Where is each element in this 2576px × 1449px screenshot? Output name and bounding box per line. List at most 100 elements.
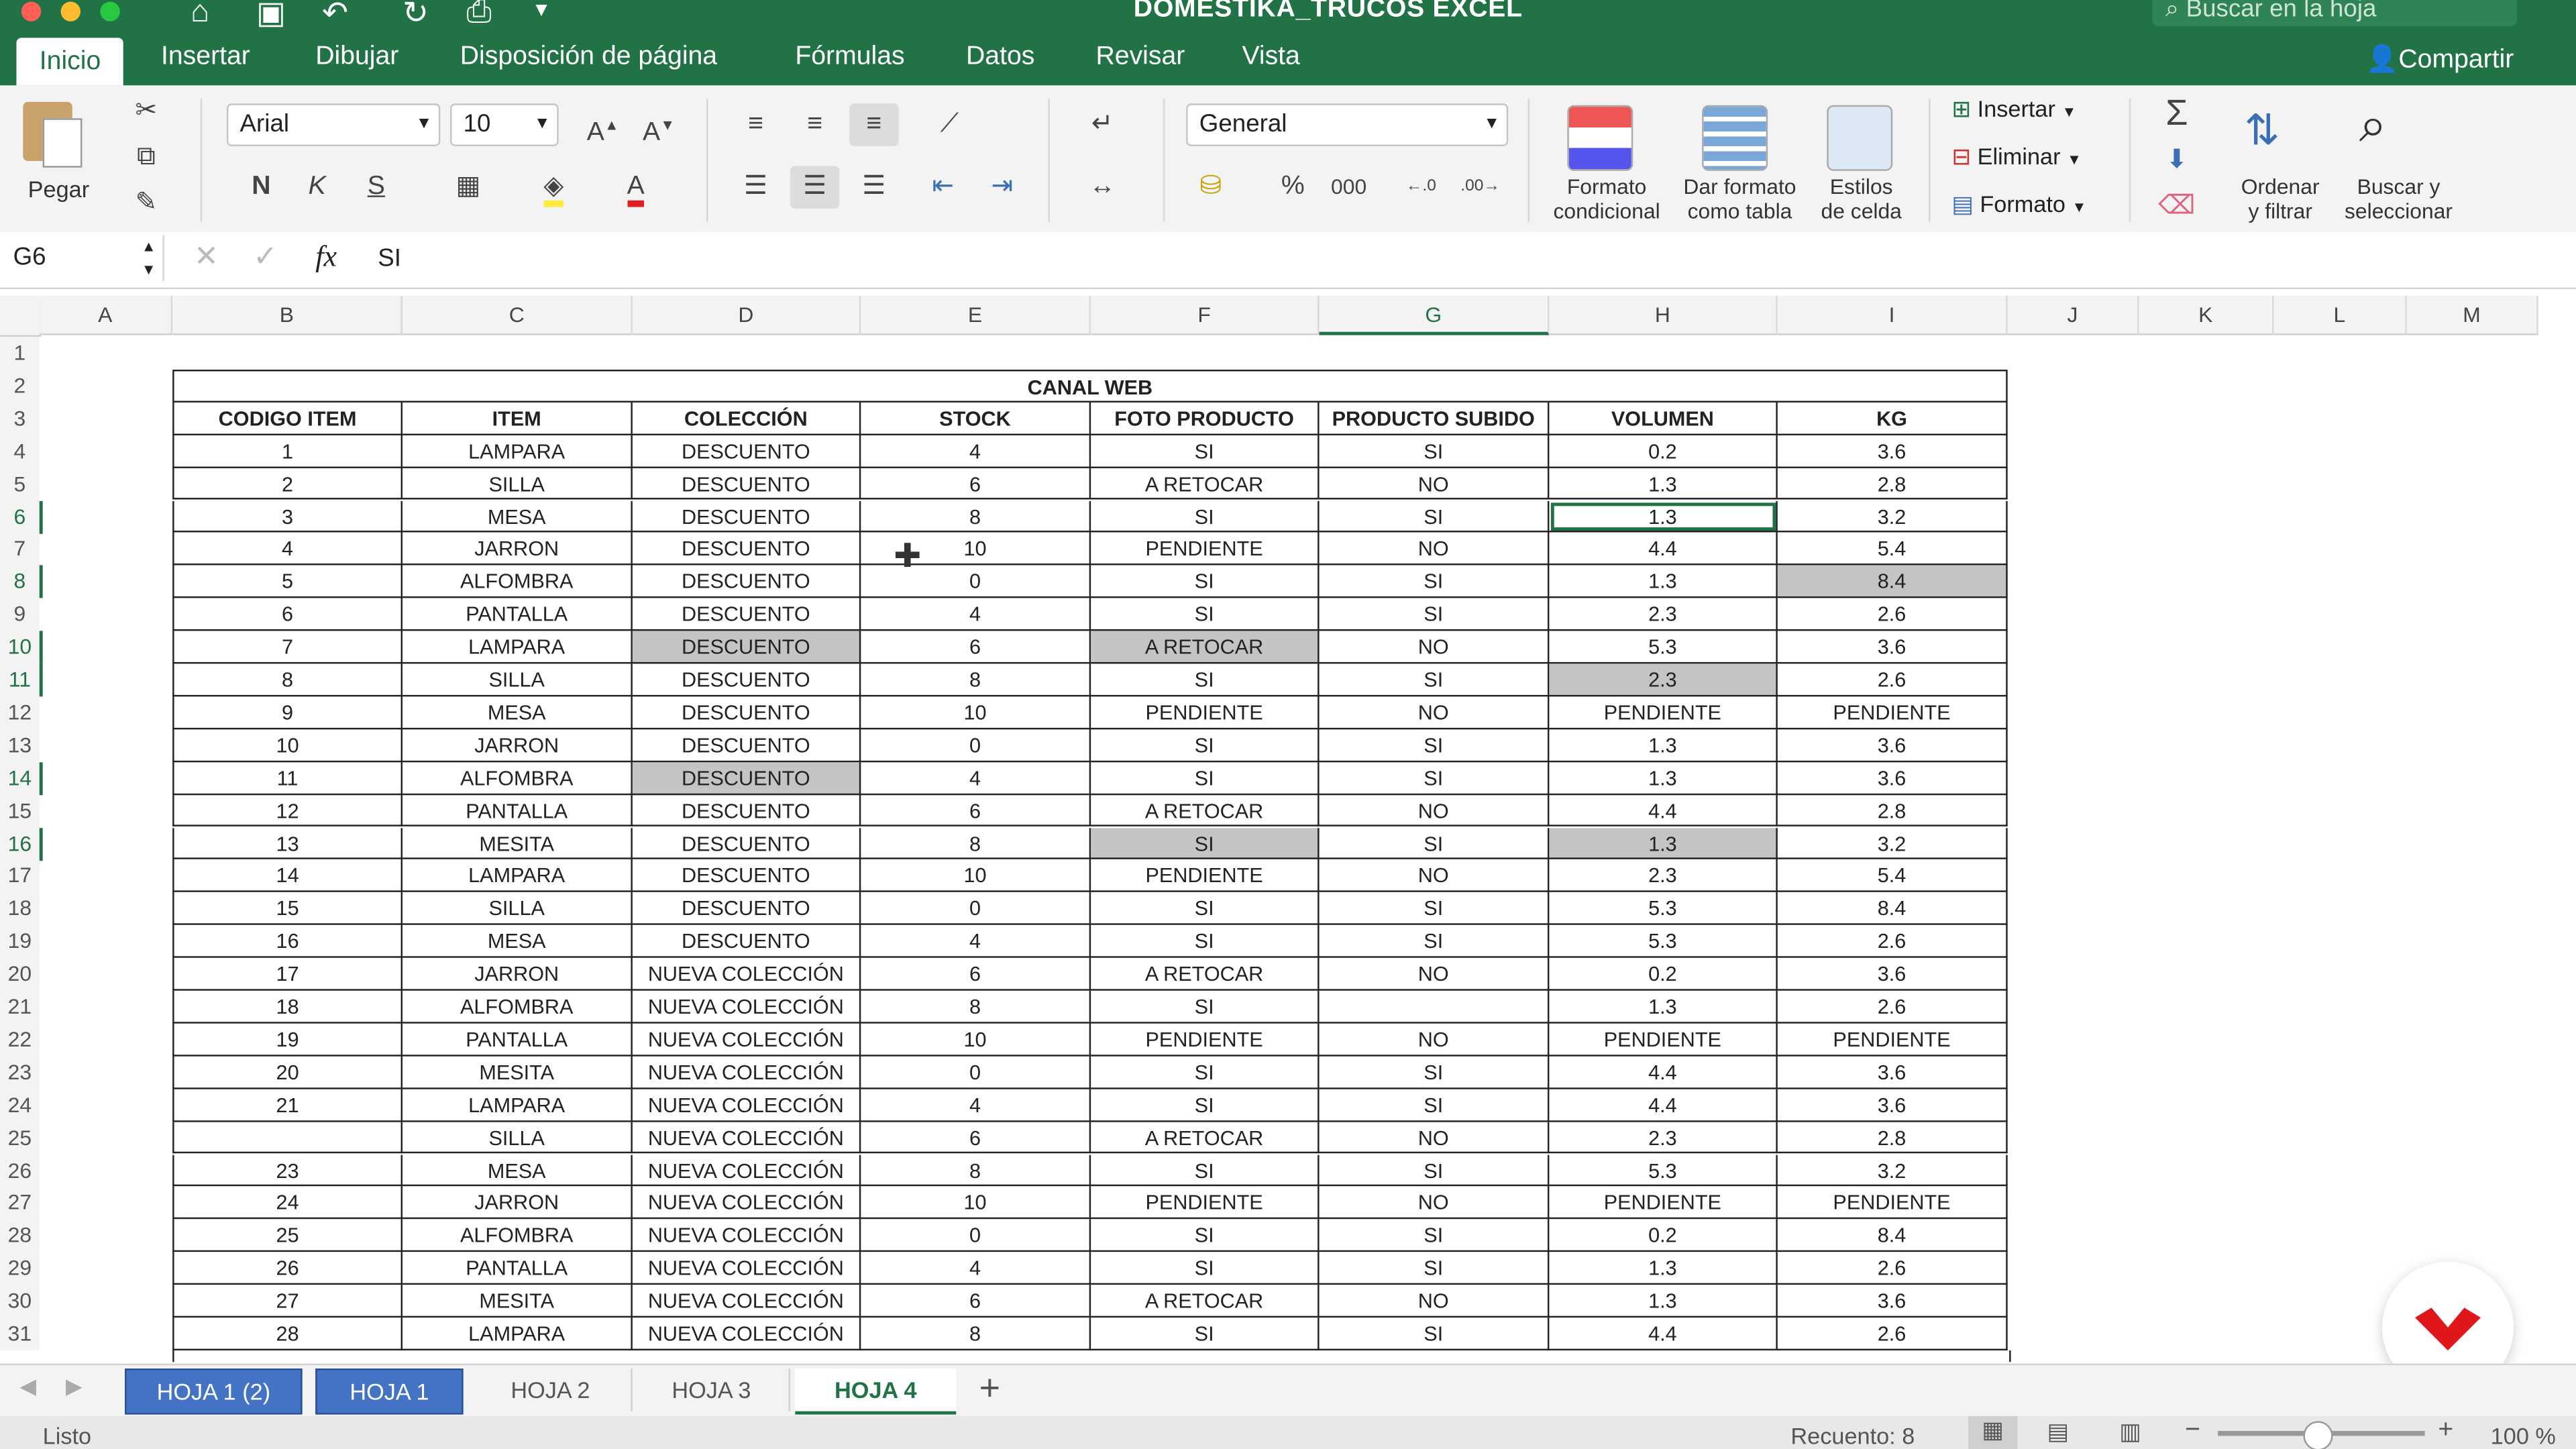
table-cell[interactable]: 2.8 [1777, 467, 2008, 500]
table-header-cell[interactable]: COLECCIÓN [632, 402, 861, 435]
table-cell[interactable]: 16 [172, 925, 403, 958]
sheet-tab-hoja-1[interactable]: HOJA 1 [315, 1368, 464, 1415]
save-icon[interactable]: ▣ [256, 0, 286, 33]
ribbon-tab-vista[interactable]: Vista [1242, 43, 1299, 72]
row-header-25[interactable]: 25 [0, 1121, 40, 1155]
font-size-dropdown[interactable]: 10 ▼ [450, 103, 559, 146]
table-cell[interactable]: 0.2 [1549, 1219, 1778, 1252]
table-cell[interactable]: NUEVA COLECCIÓN [632, 1154, 861, 1187]
bold-button[interactable]: N [237, 166, 286, 209]
table-cell[interactable]: SI [1319, 925, 1550, 958]
align-top-icon[interactable]: ≡ [731, 103, 780, 146]
align-right-icon[interactable]: ☰ [849, 166, 898, 209]
table-header-cell[interactable]: KG [1777, 402, 2008, 435]
table-cell[interactable]: 8 [861, 1318, 1091, 1350]
normal-view-icon[interactable]: ▦ [1968, 1416, 2018, 1449]
table-cell[interactable]: 2.3 [1549, 1121, 1778, 1155]
prev-sheet-icon[interactable]: ◀ [19, 1373, 36, 1399]
ribbon-tab-revisar[interactable]: Revisar [1095, 43, 1185, 72]
format-painter-icon[interactable]: ✎ [121, 182, 170, 225]
table-cell[interactable]: 11 [172, 761, 403, 795]
underline-button[interactable]: S [352, 166, 400, 209]
table-cell[interactable]: 5.3 [1549, 631, 1778, 664]
table-cell[interactable]: 1.3 [1549, 761, 1778, 795]
table-cell[interactable]: 4.4 [1549, 794, 1778, 828]
table-cell[interactable]: 8 [861, 663, 1091, 697]
row-header-12[interactable]: 12 [0, 696, 40, 730]
table-cell[interactable]: 2.6 [1777, 925, 2008, 958]
table-cell[interactable]: 2.3 [1549, 859, 1778, 893]
row-header-2[interactable]: 2 [0, 369, 40, 402]
table-cell[interactable]: SI [1319, 1318, 1550, 1350]
table-cell[interactable]: 10 [861, 859, 1091, 893]
table-cell[interactable]: 17 [172, 957, 403, 991]
row-header-22[interactable]: 22 [0, 1023, 40, 1057]
align-bottom-icon[interactable]: ≡ [849, 103, 899, 146]
table-cell[interactable]: 0.2 [1549, 957, 1778, 991]
table-cell[interactable]: 6 [861, 957, 1091, 991]
table-cell[interactable]: A RETOCAR [1091, 794, 1320, 828]
copy-icon[interactable]: ⧉ [121, 136, 170, 179]
table-cell[interactable]: DESCUENTO [632, 827, 861, 860]
table-cell[interactable]: ALFOMBRA [402, 1219, 633, 1252]
table-cell[interactable] [172, 1121, 403, 1155]
table-cell[interactable]: 3.6 [1777, 957, 2008, 991]
table-cell[interactable]: SI [1091, 1318, 1320, 1350]
table-header-cell[interactable]: VOLUMEN [1549, 402, 1778, 435]
table-cell[interactable]: JARRON [402, 957, 633, 991]
table-cell[interactable]: DESCUENTO [632, 566, 861, 598]
table-cell[interactable]: SI [1091, 892, 1320, 926]
sheet-tab-hoja-4[interactable]: HOJA 4 [795, 1368, 957, 1415]
table-cell[interactable]: 4.4 [1549, 1318, 1778, 1350]
table-cell[interactable]: 4.4 [1549, 1056, 1778, 1089]
row-header-11[interactable]: 11 [0, 663, 43, 697]
column-header-b[interactable]: B [172, 295, 403, 335]
table-cell[interactable]: 10 [172, 729, 403, 762]
table-cell[interactable]: MESITA [402, 1285, 633, 1318]
table-cell[interactable]: NUEVA COLECCIÓN [632, 1219, 861, 1252]
table-cell[interactable]: SI [1319, 892, 1550, 926]
table-title[interactable]: CANAL WEB [172, 369, 2008, 402]
table-cell[interactable]: 14 [172, 859, 403, 893]
zoom-out-button[interactable]: − [2185, 1416, 2200, 1446]
table-cell[interactable]: 8 [172, 663, 403, 697]
clear-icon[interactable]: ⌫ [2152, 186, 2201, 229]
table-cell[interactable]: SILLA [402, 892, 633, 926]
table-cell[interactable]: 2 [172, 467, 403, 500]
orientation-icon[interactable]: ⟋ [925, 103, 974, 146]
table-cell[interactable]: DESCUENTO [632, 892, 861, 926]
table-cell[interactable]: 2.6 [1777, 990, 2008, 1024]
add-sheet-button[interactable]: + [979, 1367, 1000, 1410]
column-header-c[interactable]: C [402, 295, 633, 335]
table-cell[interactable]: 1 [172, 435, 403, 468]
select-all-corner[interactable] [0, 295, 42, 337]
table-cell[interactable]: 4.4 [1549, 1088, 1778, 1122]
table-cell[interactable]: SI [1319, 1088, 1550, 1122]
table-cell[interactable]: 4 [861, 435, 1091, 468]
align-center-icon[interactable]: ☰ [790, 166, 840, 209]
find-select-button[interactable]: ⌕ Buscar y seleccionar [2336, 99, 2461, 227]
table-cell[interactable]: 3.6 [1777, 729, 2008, 762]
font-color-icon[interactable]: A [611, 166, 660, 209]
table-cell[interactable]: SI [1091, 500, 1320, 533]
table-cell[interactable]: 1.3 [1549, 467, 1778, 500]
insert-cells-button[interactable]: ⊞ Insertar ▼ [1951, 95, 2109, 128]
table-cell[interactable]: MESITA [402, 827, 633, 860]
table-cell[interactable]: SI [1319, 761, 1550, 795]
table-cell[interactable]: JARRON [402, 1187, 633, 1220]
table-cell[interactable]: SILLA [402, 1121, 633, 1155]
table-cell[interactable]: NUEVA COLECCIÓN [632, 990, 861, 1024]
table-cell[interactable]: 27 [172, 1285, 403, 1318]
table-cell[interactable]: DESCUENTO [632, 696, 861, 729]
table-cell[interactable]: DESCUENTO [632, 598, 861, 631]
table-cell[interactable]: ALFOMBRA [402, 761, 633, 795]
table-cell[interactable]: PANTALLA [402, 1252, 633, 1285]
table-cell[interactable]: SI [1319, 1219, 1550, 1252]
row-header-18[interactable]: 18 [0, 892, 40, 926]
italic-button[interactable]: K [292, 166, 341, 209]
table-cell[interactable]: 5.4 [1777, 859, 2008, 893]
table-cell[interactable]: 8 [861, 990, 1091, 1024]
table-cell[interactable]: DESCUENTO [632, 859, 861, 893]
table-cell[interactable]: 6 [861, 1121, 1091, 1155]
table-cell[interactable]: 5.4 [1777, 533, 2008, 566]
